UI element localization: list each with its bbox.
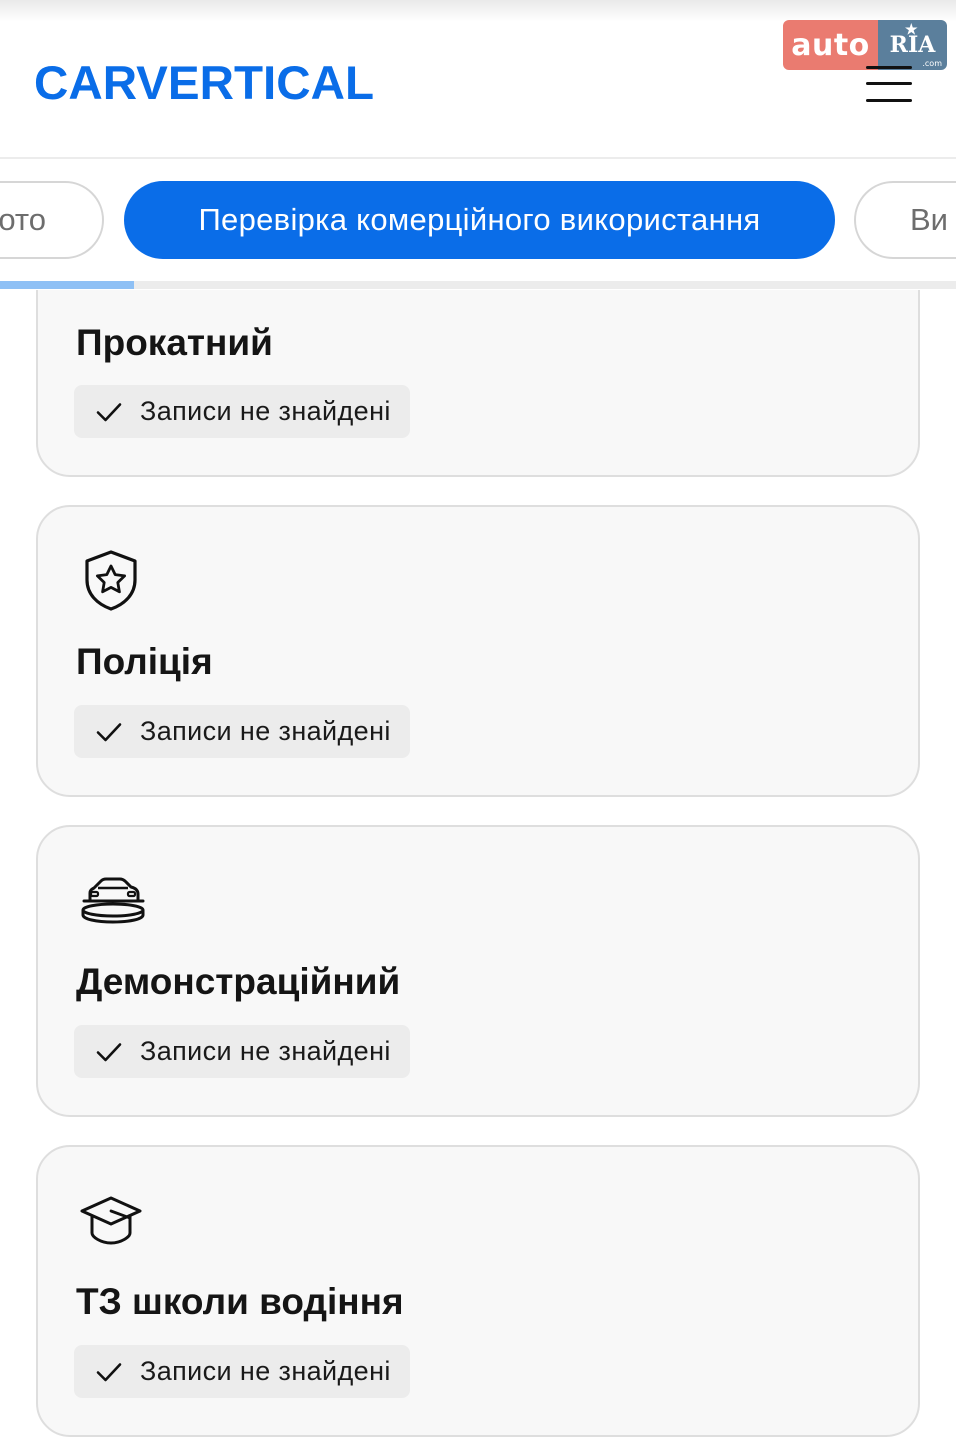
status-label: Записи не знайдені <box>140 396 391 426</box>
tab-next[interactable]: Ви <box>854 181 956 259</box>
menu-line <box>866 99 912 102</box>
check-icon <box>96 722 122 741</box>
card-title: Поліція <box>76 641 213 682</box>
status-chip: Записи не знайдені <box>74 1025 410 1078</box>
carvertical-logo[interactable]: CARVERTICAL <box>34 52 376 108</box>
commercial-use-card-driving-school: ТЗ школи водіння Записи не знайдені <box>36 1145 920 1437</box>
carvertical-logo-icon: CARVERTICAL <box>34 56 374 108</box>
commercial-use-card-police: Поліція Записи не знайдені <box>36 505 920 797</box>
status-chip: Записи не знайдені <box>74 385 410 438</box>
menu-line <box>866 82 912 85</box>
watermark-com: .com <box>922 59 942 68</box>
tab-label: ото <box>0 202 46 237</box>
status-label: Записи не знайдені <box>140 716 391 746</box>
car-on-platform-icon <box>81 877 145 924</box>
tab-photo[interactable]: ото <box>0 181 104 259</box>
card-title: ТЗ школи водіння <box>76 1281 404 1322</box>
status-label: Записи не знайдені <box>140 1036 391 1066</box>
police-shield-star-icon <box>85 550 137 611</box>
section-tabs: ото Перевірка комерційного використання … <box>0 159 956 290</box>
menu-line <box>866 66 912 69</box>
tab-label: Перевірка комерційного використання <box>198 202 761 237</box>
status-chip: Записи не знайдені <box>74 1345 410 1398</box>
check-icon <box>96 1362 122 1381</box>
status-chip: Записи не знайдені <box>74 705 410 758</box>
status-bar-shadow <box>0 0 956 22</box>
tab-commercial-use-check[interactable]: Перевірка комерційного використання <box>124 181 835 259</box>
page: Прокатний Записи не знайдені Поліція Зап… <box>0 0 956 1440</box>
hamburger-menu-icon[interactable] <box>862 62 914 106</box>
check-icon <box>96 1042 122 1061</box>
card-title: Демонстраційний <box>76 961 401 1002</box>
site-header: CARVERTICAL auto ★ RIA .com <box>0 0 956 159</box>
logo-text: CARVERTICAL <box>34 56 374 108</box>
status-label: Записи не знайдені <box>140 1356 391 1386</box>
check-icon <box>96 402 122 421</box>
graduation-cap-icon <box>80 1196 142 1245</box>
star-icon: ★ <box>905 22 918 38</box>
tabs-scroll-progress <box>0 281 956 289</box>
tab-label: Ви <box>910 202 948 237</box>
card-title: Прокатний <box>76 322 273 363</box>
commercial-use-card-demo: Демонстраційний Записи не знайдені <box>36 825 920 1117</box>
tabs-scroll-progress-fill <box>0 281 134 289</box>
